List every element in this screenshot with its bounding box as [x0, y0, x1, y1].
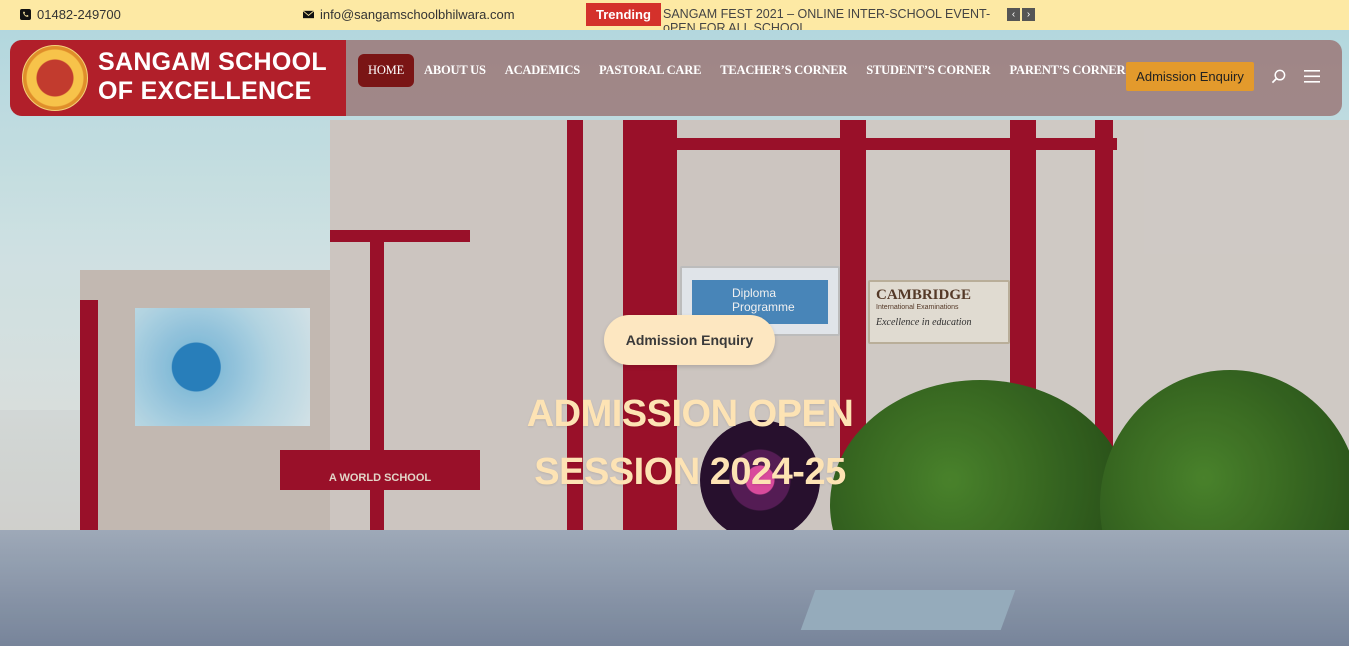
- hero-title: ADMISSION OPEN SESSION 2024-25: [440, 385, 940, 501]
- email-address: info@sangamschoolbhilwara.com: [320, 7, 515, 22]
- email-contact[interactable]: info@sangamschoolbhilwara.com: [303, 7, 515, 22]
- logo-text: SANGAM SCHOOL OF EXCELLENCE: [98, 48, 327, 106]
- search-icon[interactable]: [1271, 69, 1286, 84]
- header-admission-enquiry-button[interactable]: Admission Enquiry: [1126, 62, 1254, 91]
- nav-home[interactable]: HOME: [358, 54, 415, 87]
- site-header: SANGAM SCHOOL OF EXCELLENCE HOME ABOUT U…: [10, 40, 1342, 116]
- school-seal-icon: [22, 45, 88, 111]
- nav-about-us[interactable]: ABOUT US: [424, 63, 486, 78]
- hero-admission-enquiry-button[interactable]: Admission Enquiry: [604, 315, 775, 365]
- site-logo[interactable]: SANGAM SCHOOL OF EXCELLENCE: [10, 40, 346, 116]
- phone-icon: [20, 9, 31, 20]
- phone-number: 01482-249700: [37, 7, 121, 22]
- nav-students-corner[interactable]: STUDENT’S CORNER: [866, 63, 990, 78]
- nav-parents-corner[interactable]: PARENT’S CORNER: [1010, 63, 1126, 78]
- logo-line1: SANGAM SCHOOL: [98, 48, 327, 76]
- phone-contact[interactable]: 01482-249700: [20, 7, 121, 22]
- nav-academics[interactable]: ACADEMICS: [505, 63, 580, 78]
- hero-title-line1: ADMISSION OPEN: [526, 393, 854, 435]
- trending-badge: Trending: [586, 3, 661, 26]
- mail-icon: [303, 10, 314, 19]
- main-nav: HOME ABOUT US ACADEMICS PASTORAL CARE TE…: [358, 54, 1144, 87]
- hero-title-line2: SESSION 2024-25: [534, 451, 846, 493]
- chevron-right-icon[interactable]: ›: [1022, 8, 1035, 21]
- menu-icon[interactable]: [1304, 70, 1320, 83]
- logo-line2: OF EXCELLENCE: [98, 77, 312, 105]
- top-bar: 01482-249700 info@sangamschoolbhilwara.c…: [0, 0, 1349, 35]
- nav-teachers-corner[interactable]: TEACHER’S CORNER: [720, 63, 847, 78]
- nav-pastoral-care[interactable]: PASTORAL CARE: [599, 63, 701, 78]
- chevron-left-icon[interactable]: ‹: [1007, 8, 1020, 21]
- ticker-nav: ‹ ›: [1007, 8, 1035, 21]
